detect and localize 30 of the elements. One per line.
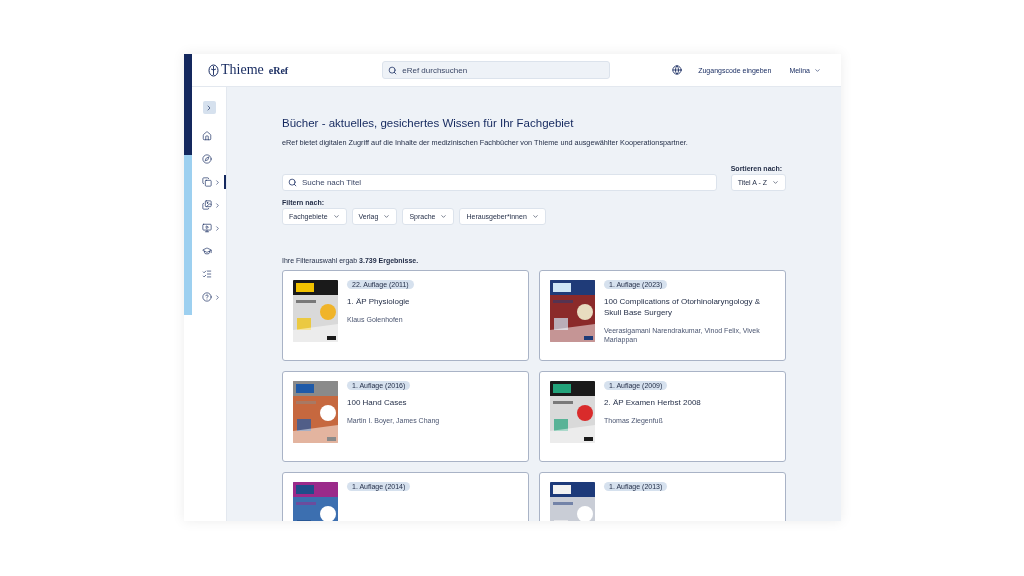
book-title: 100 Hand Cases bbox=[347, 397, 407, 408]
home-icon bbox=[202, 131, 212, 141]
book-title: 1. ÄP Physiologie bbox=[347, 296, 410, 307]
search-field[interactable]: eRef durchsuchen bbox=[382, 61, 611, 79]
chevron-icon bbox=[205, 103, 213, 112]
caret-icon bbox=[814, 66, 821, 74]
help-icon bbox=[202, 292, 212, 302]
logo-text: Thieme bbox=[221, 62, 264, 78]
compass-icon bbox=[202, 154, 212, 164]
search-icon bbox=[288, 178, 297, 187]
monitor-icon bbox=[202, 223, 212, 233]
graduation-cap-icon bbox=[202, 246, 212, 256]
caret-icon bbox=[531, 213, 539, 220]
checklist-icon bbox=[202, 269, 212, 279]
caret-icon bbox=[772, 179, 779, 186]
emblem-icon bbox=[208, 63, 219, 77]
product-name: eRef bbox=[268, 64, 289, 76]
caret-icon bbox=[332, 213, 340, 220]
thieme-logo[interactable]: Thieme bbox=[208, 62, 264, 78]
images-icon bbox=[202, 200, 212, 210]
copy-icon bbox=[202, 177, 212, 187]
book-title: 2. ÄP Examen Herbst 2008 bbox=[604, 397, 701, 408]
sidebar-toggle-button[interactable] bbox=[202, 101, 216, 114]
page-title: Bücher - aktuelles, gesichertes Wissen für Ihr Fachgebiet bbox=[282, 117, 575, 129]
book-title: 100 Complications of Otorhinolaryngology & Skull Base Surgery bbox=[604, 296, 762, 318]
title-search-field[interactable]: Suche nach Titel bbox=[282, 174, 717, 191]
caret-icon bbox=[440, 213, 448, 220]
globe-icon[interactable] bbox=[672, 65, 683, 75]
search-icon bbox=[388, 65, 398, 75]
caret-icon bbox=[383, 213, 391, 220]
